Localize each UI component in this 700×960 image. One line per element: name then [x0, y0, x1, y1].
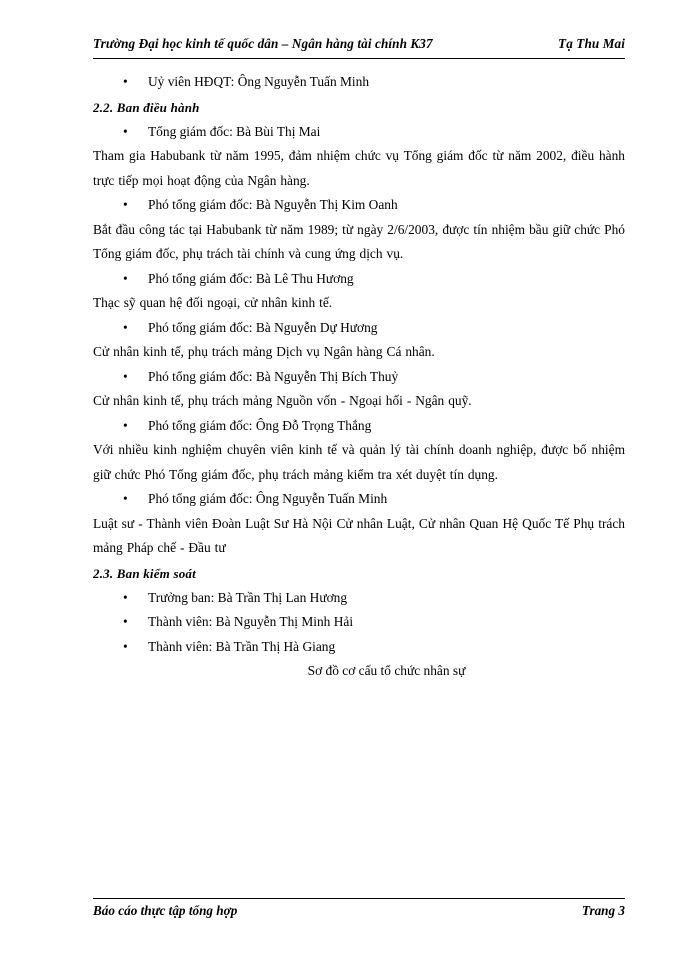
list-item: • Phó tổng giám đốc: Bà Lê Thu Hương — [93, 267, 625, 292]
paragraph-thac-sy: Thạc sỹ quan hệ đối ngoại, cử nhân kinh … — [93, 295, 333, 310]
bullet-icon: • — [123, 74, 128, 89]
list-item-label: Thành viên: Bà Nguyễn Thị Minh Hải — [148, 614, 354, 629]
list-item: • Phó tổng giám đốc: Bà Nguyễn Dự Hương — [93, 316, 625, 341]
header-divider — [93, 58, 625, 59]
list-item-label: Phó tổng giám đốc: Bà Lê Thu Hương — [148, 270, 354, 286]
list-item: • Phó tổng giám đốc: Bà Nguyễn Thị Kim O… — [93, 193, 625, 218]
header-right-text: Tạ Thu Mai — [558, 36, 625, 51]
bullet-icon: • — [123, 491, 128, 506]
list-item-label: Phó tổng giám đốc: Ông Nguyễn Tuấn Minh — [148, 491, 388, 506]
list-item-label: Phó tổng giám đốc: Bà Nguyễn Dự Hương — [148, 319, 378, 335]
list-item: • Tổng giám đốc: Bà Bùi Thị Mai — [93, 120, 625, 145]
list-item: • Thành viên: Bà Trần Thị Hà Giang — [93, 635, 625, 660]
figure-caption: Sơ đồ cơ cấu tổ chức nhân sự — [307, 663, 466, 678]
bullet-icon: • — [123, 614, 128, 629]
document-body: • Uỷ viên HĐQT: Ông Nguyễn Tuấn Minh 2.2… — [93, 70, 625, 684]
bullet-icon: • — [123, 270, 128, 286]
page-number: Trang 3 — [581, 903, 625, 918]
footer-divider — [93, 898, 625, 899]
paragraph-cu-nhan-1: Cử nhân kinh tế, phụ trách mảng Dịch vụ … — [93, 344, 435, 359]
header-left-text: Trường Đại học kinh tế quốc dân – Ngân h… — [93, 36, 433, 51]
bullet-icon: • — [123, 368, 128, 384]
list-item-label: Tổng giám đốc: Bà Bùi Thị Mai — [148, 123, 321, 139]
list-item-label: Phó tổng giám đốc: Bà Nguyễn Thị Kim Oan… — [148, 197, 398, 212]
list-item: • Phó tổng giám đốc: Ông Đỗ Trọng Thắng — [93, 414, 625, 439]
paragraph-cu-nhan-2: Cử nhân kinh tế, phụ trách mảng Nguồn vố… — [93, 393, 472, 408]
list-item: • Trưởng ban: Bà Trần Thị Lan Hương — [93, 586, 625, 611]
list-item-label: Trưởng ban: Bà Trần Thị Lan Hương — [148, 589, 348, 605]
footer-left-text: Báo cáo thực tập tổng hợp — [93, 903, 238, 918]
paragraph-tham-gia: Tham gia Habubank từ năm 1995, đảm nhiệm… — [93, 148, 625, 188]
bullet-icon: • — [123, 589, 128, 605]
bullet-icon: • — [123, 638, 128, 654]
list-item-label: Phó tổng giám đốc: Bà Nguyễn Thị Bích Th… — [148, 368, 399, 384]
paragraph-bat-dau: Bắt đầu công tác tại Habubank từ năm 198… — [93, 221, 625, 262]
list-item: • Uỷ viên HĐQT: Ông Nguyễn Tuấn Minh — [93, 70, 625, 95]
list-item-label: Thành viên: Bà Trần Thị Hà Giang — [148, 638, 336, 654]
bullet-icon: • — [123, 417, 128, 433]
paragraph-luat-su: Luật sư - Thành viên Đoàn Luật Sư Hà Nội… — [93, 515, 625, 556]
list-item-label: Uỷ viên HĐQT: Ông Nguyễn Tuấn Minh — [148, 74, 370, 89]
bullet-icon: • — [123, 123, 128, 139]
section-heading-2-3: 2.3. Ban kiểm soát — [93, 565, 196, 581]
section-heading-2-2: 2.2. Ban điều hành — [93, 99, 200, 115]
bullet-icon: • — [123, 197, 128, 212]
list-item-label: Phó tổng giám đốc: Ông Đỗ Trọng Thắng — [148, 417, 372, 433]
document-page: Trường Đại học kinh tế quốc dân – Ngân h… — [0, 0, 700, 960]
bullet-icon: • — [123, 319, 128, 335]
list-item: • Phó tổng giám đốc: Ông Nguyễn Tuấn Min… — [93, 487, 625, 512]
page-header: Trường Đại học kinh tế quốc dân – Ngân h… — [93, 36, 625, 52]
page-footer: Báo cáo thực tập tổng hợp Trang 3 — [93, 903, 625, 919]
paragraph-voi-nhieu: Với nhiều kinh nghiệm chuyên viên kinh t… — [93, 442, 625, 482]
list-item: • Thành viên: Bà Nguyễn Thị Minh Hải — [93, 610, 625, 635]
list-item: • Phó tổng giám đốc: Bà Nguyễn Thị Bích … — [93, 365, 625, 390]
